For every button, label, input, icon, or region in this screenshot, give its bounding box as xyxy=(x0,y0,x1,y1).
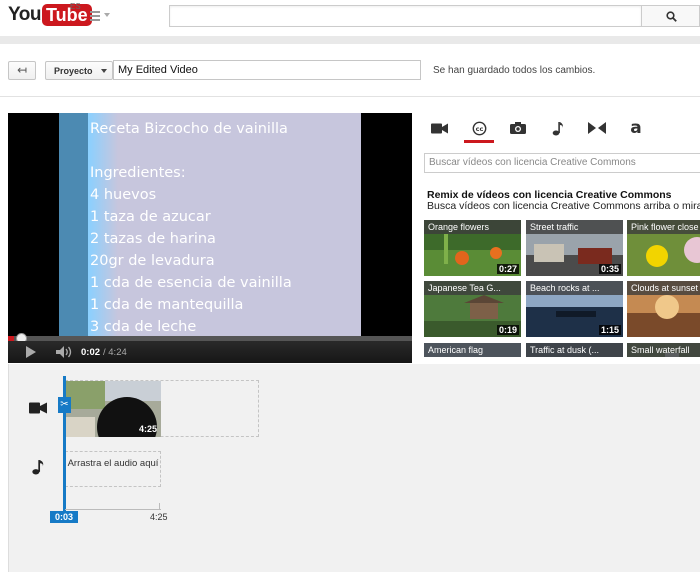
thumbnail-title: Clouds at sunset xyxy=(627,281,700,295)
header-divider xyxy=(0,36,700,44)
cc-video-thumbnail[interactable]: Orange flowers 0:27 xyxy=(424,220,521,276)
cc-video-thumbnail[interactable]: Street traffic 0:35 xyxy=(526,220,623,276)
thumbnail-duration: 0:27 xyxy=(496,264,519,274)
thumbnail-duration: 0:35 xyxy=(598,264,621,274)
cc-video-thumbnail[interactable]: Small waterfall xyxy=(627,343,700,357)
thumbnail-title: Street traffic xyxy=(526,220,623,234)
thumbnail-title: American flag xyxy=(424,343,521,357)
slide-line: 4 huevos xyxy=(90,187,157,203)
tab-creative-commons[interactable]: cc xyxy=(462,113,496,143)
play-icon xyxy=(26,346,36,358)
timeline-ruler xyxy=(65,509,161,510)
thumbnail-duration: 1:15 xyxy=(598,325,621,335)
project-bar: ↤ Proyecto Se han guardado todos los cam… xyxy=(0,44,700,97)
slide-line: 3 cda de leche xyxy=(90,319,197,335)
cc-video-thumbnail[interactable]: Clouds at sunset xyxy=(627,281,700,337)
tab-video[interactable] xyxy=(422,113,456,143)
thumbnail-title: Japanese Tea G... xyxy=(424,281,521,295)
chevron-down-icon xyxy=(104,13,110,17)
video-frame: Receta Bizcocho de vainilla Ingredientes:… xyxy=(59,113,361,336)
cc-video-thumbnail[interactable]: Japanese Tea G... 0:19 xyxy=(424,281,521,337)
text-icon: a xyxy=(630,117,642,138)
slide-line: 20gr de levadura xyxy=(90,253,215,269)
clip-duration: 4:25 xyxy=(138,424,157,434)
thumbnail-title: Pink flower close xyxy=(627,220,700,234)
photo-camera-icon xyxy=(510,122,526,134)
thumbnail-title: Beach rocks at ... xyxy=(526,281,623,295)
video-player[interactable]: Receta Bizcocho de vainilla Ingredientes:… xyxy=(8,113,412,363)
logo-you: You xyxy=(8,4,41,25)
slide-line: 1 cda de esencia de vainilla xyxy=(90,275,292,291)
cc-search-placeholder: Buscar vídeos con licencia Creative Comm… xyxy=(429,157,636,168)
tab-photos[interactable] xyxy=(501,113,535,143)
search-input[interactable] xyxy=(169,5,642,27)
cc-video-thumbnail[interactable]: Beach rocks at ... 1:15 xyxy=(526,281,623,337)
remix-description: Busca vídeos con licencia Creative Commo… xyxy=(427,200,700,212)
hamburger-icon xyxy=(90,11,100,13)
slide-line: Receta Bizcocho de vainilla xyxy=(90,121,288,137)
creative-commons-icon: cc xyxy=(472,121,486,135)
media-panel: cc a Buscar vídeos con licencia Creative… xyxy=(412,113,700,363)
cc-video-thumbnail[interactable]: Pink flower close xyxy=(627,220,700,276)
timeline-editor: 4:25 Arrastra el audio aquí ✂ 0:03 4:25 xyxy=(8,364,700,572)
tab-transitions[interactable] xyxy=(580,113,614,143)
back-arrow-icon: ↤ xyxy=(17,63,28,77)
slide-line: Ingredientes: xyxy=(90,165,186,181)
music-note-icon xyxy=(552,121,563,135)
transitions-icon xyxy=(588,122,606,134)
masthead: You Tube ES xyxy=(0,0,700,32)
save-status-text: Se han guardado todos los cambios. xyxy=(433,65,596,76)
split-clip-button[interactable]: ✂ xyxy=(58,397,71,413)
thumbnail-title: Small waterfall xyxy=(627,343,700,357)
logo-region-code: ES xyxy=(70,2,81,11)
project-menu-button[interactable]: Proyecto xyxy=(45,61,113,80)
slide-stripe xyxy=(59,113,88,336)
hamburger-icon-bar xyxy=(90,15,100,17)
total-duration: / 4:24 xyxy=(103,347,127,358)
slide-line: 1 cda de mantequilla xyxy=(90,297,244,313)
cc-search-input[interactable]: Buscar vídeos con licencia Creative Comm… xyxy=(424,153,700,173)
ruler-end-tick xyxy=(159,503,160,509)
current-time: 0:02 xyxy=(81,347,101,358)
thumbnail-title: Orange flowers xyxy=(424,220,521,234)
cc-video-thumbnail[interactable]: Traffic at dusk (... xyxy=(526,343,623,357)
tab-audio[interactable] xyxy=(541,113,575,143)
svg-text:cc: cc xyxy=(475,125,483,133)
volume-button[interactable] xyxy=(56,346,74,358)
slide-line: 2 tazas de harina xyxy=(90,231,216,247)
player-controls: 0:02 / 4:24 xyxy=(8,341,412,363)
scissors-icon: ✂ xyxy=(60,399,69,410)
volume-icon xyxy=(56,346,72,358)
chevron-down-icon xyxy=(101,69,107,73)
hamburger-icon-bar xyxy=(90,19,100,21)
project-menu-label: Proyecto xyxy=(54,66,93,76)
audio-drop-zone[interactable]: Arrastra el audio aquí xyxy=(65,451,161,487)
back-button[interactable]: ↤ xyxy=(8,61,36,80)
tab-text[interactable]: a xyxy=(619,113,653,143)
search-icon xyxy=(666,11,677,22)
logo-tube: Tube xyxy=(41,4,92,26)
video-clip[interactable]: 4:25 xyxy=(65,381,161,437)
thumbnail-duration: 0:19 xyxy=(496,325,519,335)
video-camera-icon xyxy=(430,123,448,133)
timeline-end-time: 4:25 xyxy=(150,512,168,522)
youtube-logo[interactable]: You Tube ES xyxy=(8,2,92,26)
thumbnail-title: Traffic at dusk (... xyxy=(526,343,623,357)
play-button[interactable] xyxy=(26,346,38,358)
playhead-time[interactable]: 0:03 xyxy=(50,511,78,523)
search-button[interactable] xyxy=(641,5,700,27)
project-title-input[interactable] xyxy=(113,60,421,80)
spacer xyxy=(0,98,700,113)
music-note-icon xyxy=(32,460,44,475)
video-camera-icon xyxy=(29,402,47,414)
slide-line: 1 taza de azucar xyxy=(90,209,211,225)
cc-video-thumbnail[interactable]: American flag xyxy=(424,343,521,357)
video-editor-page: You Tube ES ↤ Proyecto Se han guardado t… xyxy=(0,0,700,575)
guide-menu-button[interactable] xyxy=(90,9,112,23)
